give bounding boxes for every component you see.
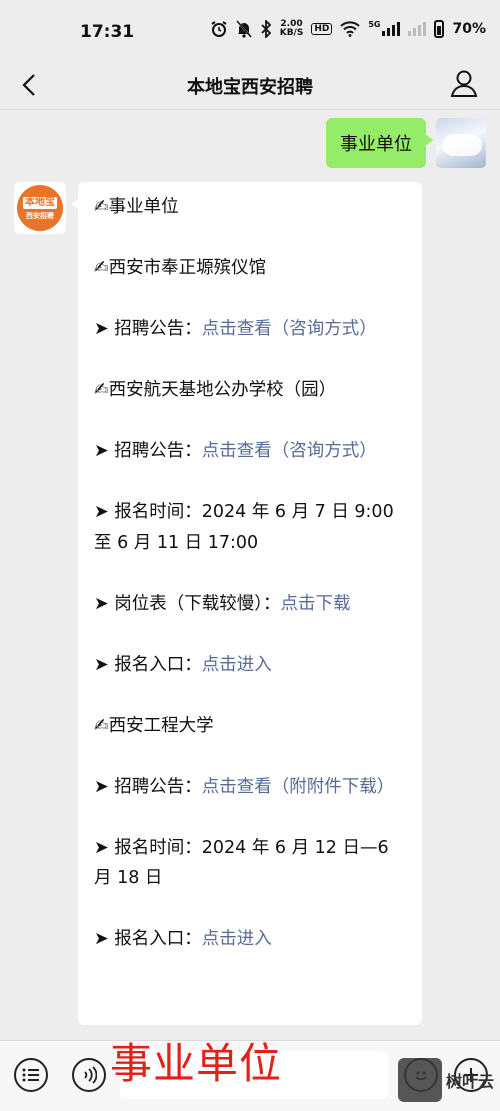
signal-strong-icon <box>382 22 401 36</box>
line-text: ➤ 报名时间：2024 年 6 月 12 日—6 月 18 日 <box>94 837 389 889</box>
line-text: ✍事业单位 <box>94 197 179 217</box>
alarm-icon <box>211 21 227 37</box>
chat-header: 本地宝西安招聘 <box>0 62 500 110</box>
battery-icon <box>434 20 445 38</box>
hd-badge: HD <box>311 23 333 35</box>
message-line: ✍事业单位 <box>94 192 406 223</box>
watermark: 树叶云 <box>398 1058 494 1102</box>
chat-area[interactable]: 事业单位 本地宝 西安招聘 ✍事业单位 ✍西安市奉正塬殡仪馆 ➤ 招聘公告：点击… <box>0 110 500 1040</box>
line-text: ➤ 招聘公告： <box>94 441 202 461</box>
bluetooth-icon <box>261 20 271 38</box>
line-text: ➤ 招聘公告： <box>94 319 202 339</box>
announcement-link[interactable]: 点击查看（咨询方式） <box>202 319 377 339</box>
watermark-text: 树叶云 <box>446 1072 495 1091</box>
voice-button[interactable] <box>72 1058 106 1092</box>
overlay-caption: 事业单位 <box>110 1039 283 1088</box>
mute-bell-icon <box>235 20 252 38</box>
message-line: ➤ 招聘公告：点击查看（咨询方式） <box>94 436 406 467</box>
bot-logo-sub: 西安招聘 <box>26 211 54 220</box>
message-line: ➤ 招聘公告：点击查看（附附件下载） <box>94 772 406 803</box>
user-avatar[interactable] <box>436 118 486 168</box>
line-text: ➤ 岗位表（下载较慢）： <box>94 593 281 614</box>
incoming-bubble: ✍事业单位 ✍西安市奉正塬殡仪馆 ➤ 招聘公告：点击查看（咨询方式） ✍西安航天… <box>71 182 422 1025</box>
announcement-link[interactable]: 点击查看（附附件下载） <box>202 777 395 797</box>
line-text: ➤ 招聘公告： <box>94 776 202 797</box>
signal-weak-icon <box>408 22 427 36</box>
profile-icon[interactable] <box>448 67 480 99</box>
line-text: ✍西安工程大学 <box>94 715 214 736</box>
message-line: ➤ 报名入口：点击进入 <box>94 650 406 681</box>
message-line: ✍西安工程大学 <box>94 711 406 742</box>
message-line: ➤ 报名入口：点击进入 <box>94 924 406 955</box>
bot-logo: 本地宝 西安招聘 <box>17 185 63 231</box>
battery-percent: 70% <box>452 21 486 37</box>
entry-link[interactable]: 点击进入 <box>202 655 272 675</box>
net-speed: 2.00 KB/S <box>280 20 304 38</box>
status-bar: 17:31 2.00 KB/S HD 5G 70% <box>0 0 500 62</box>
outgoing-message: 事业单位 <box>326 118 486 168</box>
line-text: ✍西安市奉正塬殡仪馆 <box>94 258 267 278</box>
message-line: ✍西安航天基地公办学校（园） <box>94 375 406 406</box>
list-icon <box>22 1068 39 1082</box>
line-text: ➤ 报名入口： <box>94 929 202 949</box>
voice-icon <box>84 1066 97 1084</box>
message-line: ➤ 报名时间：2024 年 6 月 12 日—6 月 18 日 <box>94 833 406 894</box>
net-speed-unit: KB/S <box>279 28 304 38</box>
watermark-logo-icon <box>398 1058 442 1102</box>
message-line: ➤ 招聘公告：点击查看（咨询方式） <box>94 314 406 345</box>
line-text: ✍西安航天基地公办学校（园） <box>94 380 337 400</box>
status-time: 17:31 <box>80 22 135 42</box>
entry-link[interactable]: 点击进入 <box>202 929 272 949</box>
bot-avatar[interactable]: 本地宝 西安招聘 <box>14 182 66 234</box>
download-link[interactable]: 点击下载 <box>280 594 350 614</box>
network-5g-label: 5G <box>368 20 381 29</box>
status-icons: 2.00 KB/S HD 5G 70% <box>210 20 486 38</box>
outgoing-bubble[interactable]: 事业单位 <box>326 118 433 168</box>
bot-logo-main: 本地宝 <box>23 196 57 209</box>
wifi-icon <box>340 21 361 37</box>
message-line: ➤ 报名时间：2024 年 6 月 7 日 9:00 至 6 月 11 日 17… <box>94 497 406 558</box>
chat-title: 本地宝西安招聘 <box>187 77 313 98</box>
message-line: ➤ 岗位表（下载较慢）：点击下载 <box>94 589 406 620</box>
menu-button[interactable] <box>14 1058 48 1092</box>
announcement-link[interactable]: 点击查看（咨询方式） <box>202 441 377 461</box>
line-text: ➤ 报名时间：2024 年 6 月 7 日 9:00 至 6 月 11 日 17… <box>94 502 394 553</box>
message-line: ✍西安市奉正塬殡仪馆 <box>94 253 406 284</box>
line-text: ➤ 报名入口： <box>94 654 202 675</box>
